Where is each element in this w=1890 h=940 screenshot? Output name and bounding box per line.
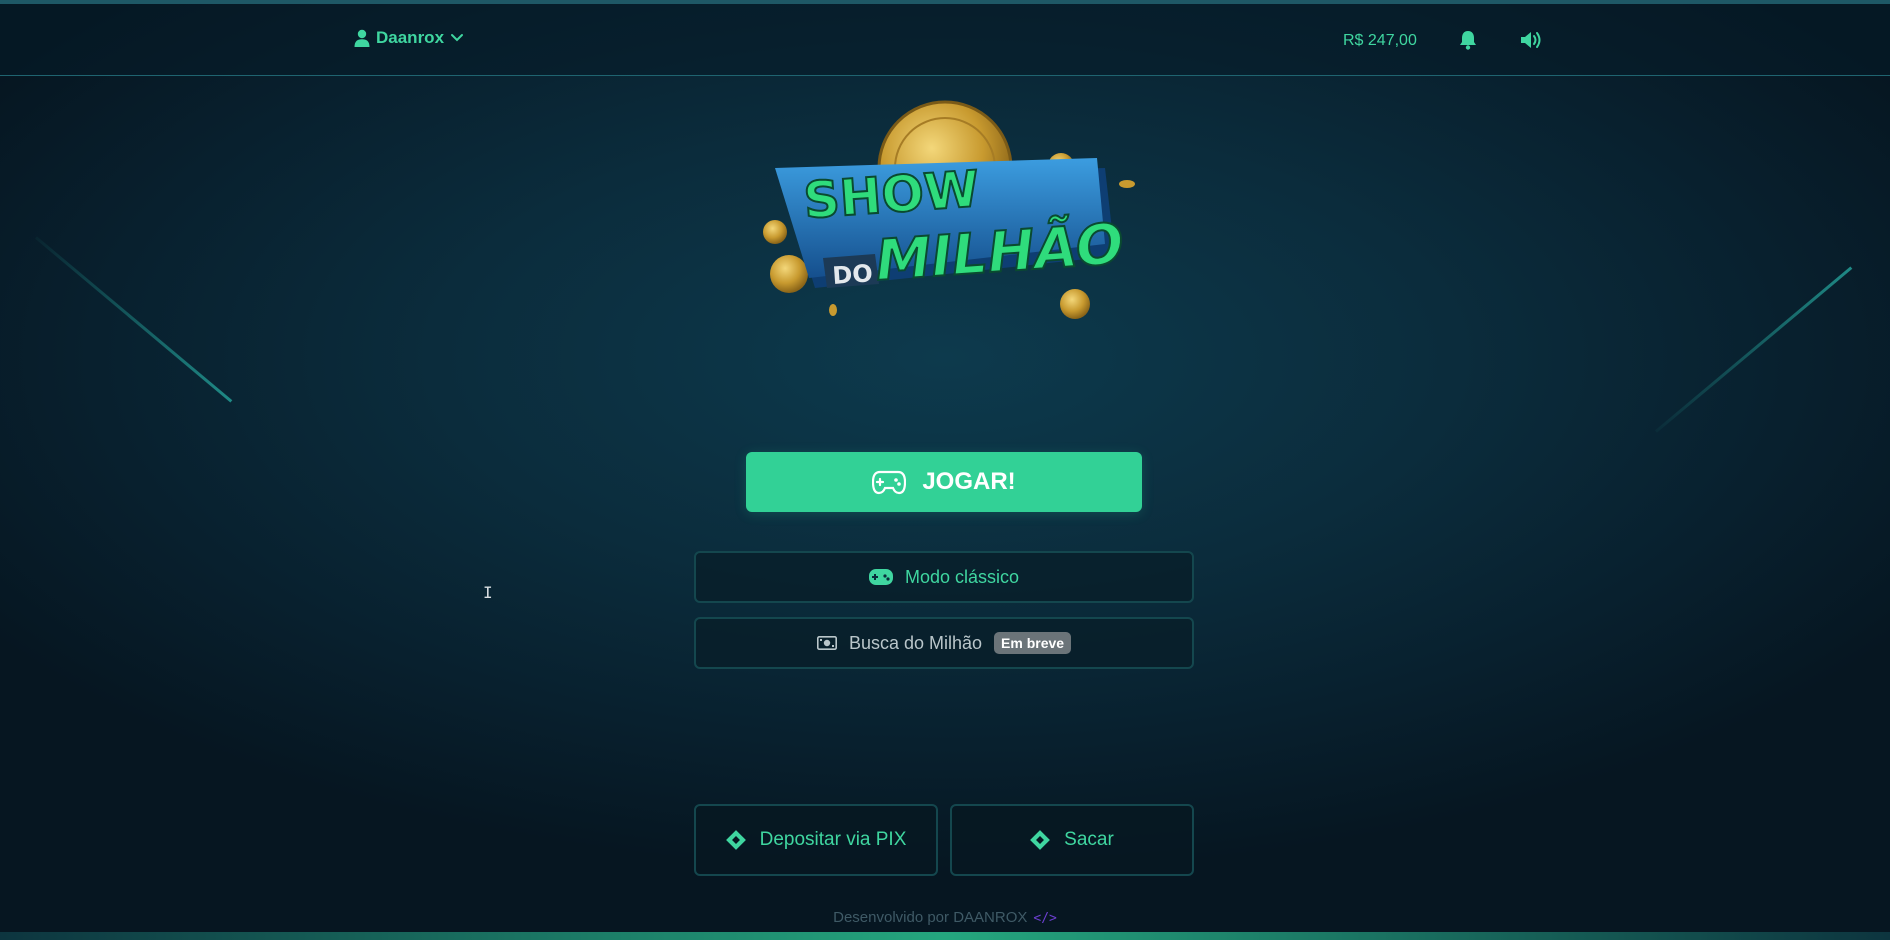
deposit-pix-button[interactable]: Depositar via PIX — [694, 804, 938, 876]
logo-text-show: SHOW — [802, 160, 981, 230]
busca-do-milhao-button[interactable]: Busca do Milhão Em breve — [694, 617, 1194, 669]
text-cursor-icon: I — [483, 583, 493, 602]
footer-credit: Desenvolvido por DAANROX </> — [0, 909, 1890, 926]
classic-mode-label: Modo clássico — [904, 566, 1020, 587]
play-button-label: JOGAR! — [922, 468, 1016, 495]
balance: R$ 247,00 — [1343, 32, 1417, 49]
logo-text-do: DO — [831, 259, 873, 290]
pix-icon — [1030, 830, 1051, 850]
footer-text: Desenvolvido por DAANROX — [833, 909, 1028, 926]
decorative-line-right — [1655, 266, 1853, 433]
gamepad-icon — [872, 470, 907, 495]
decorative-line-left — [35, 236, 233, 403]
username: Daanrox — [376, 28, 445, 47]
bottom-accent-line — [0, 932, 1890, 940]
code-icon: </> — [1033, 911, 1057, 926]
play-button[interactable]: JOGAR! — [746, 452, 1142, 512]
user-menu[interactable]: Daanrox — [354, 28, 464, 48]
classic-mode-button[interactable]: Modo clássico — [694, 551, 1194, 603]
withdraw-label: Sacar — [1064, 829, 1114, 850]
money-bill-icon — [816, 636, 837, 650]
gamepad-icon — [868, 569, 893, 585]
user-icon — [354, 29, 370, 47]
chevron-down-icon — [451, 34, 464, 42]
show-do-milhao-logo: SHOW DO MILHÃO — [763, 100, 1135, 319]
deposit-label: Depositar via PIX — [759, 829, 907, 850]
pix-icon — [725, 830, 746, 850]
speaker-icon[interactable] — [1520, 30, 1544, 50]
bell-icon[interactable] — [1459, 30, 1477, 50]
coming-soon-badge: Em breve — [994, 632, 1072, 654]
busca-do-milhao-label: Busca do Milhão — [848, 632, 983, 653]
top-bar: Daanrox R$ 247,00 — [0, 4, 1890, 76]
withdraw-button[interactable]: Sacar — [950, 804, 1194, 876]
